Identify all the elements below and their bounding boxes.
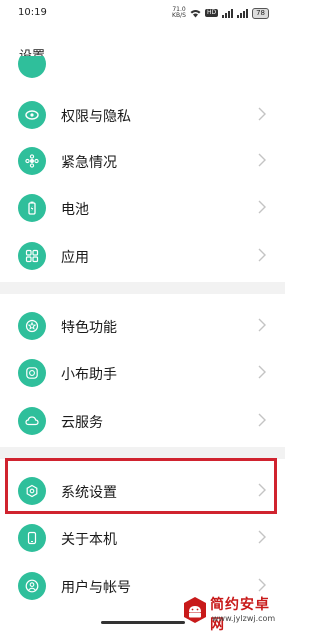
chevron-right-icon xyxy=(258,107,266,121)
phone-icon xyxy=(18,524,46,552)
menu-item-label: 权限与隐私 xyxy=(61,109,131,125)
signal-icon-1 xyxy=(222,8,234,18)
assistant-icon xyxy=(18,359,46,387)
menu-item-permissions-privacy[interactable]: 权限与隐私 xyxy=(0,92,285,138)
chevron-right-icon xyxy=(258,318,266,332)
apps-grid-icon xyxy=(18,242,46,270)
user-icon xyxy=(18,572,46,600)
network-speed: 71.0 KB/S xyxy=(172,6,186,19)
home-indicator[interactable] xyxy=(101,621,185,624)
chevron-right-icon xyxy=(258,413,266,427)
chevron-right-icon xyxy=(258,153,266,167)
menu-item-cloud-service[interactable]: 云服务 xyxy=(0,398,285,444)
watermark: 简约安卓网 www.jylzwj.com xyxy=(182,592,282,633)
watermark-url: www.jylzwj.com xyxy=(212,614,276,623)
battery-indicator: 78 xyxy=(252,7,269,19)
menu-item-about-phone[interactable]: 关于本机 xyxy=(0,515,285,561)
signal-icon-2 xyxy=(237,8,249,18)
menu-item-label: 应用 xyxy=(61,250,89,266)
wifi-icon xyxy=(190,9,201,17)
menu-item-label: 小布助手 xyxy=(61,367,117,383)
chevron-right-icon xyxy=(258,530,266,544)
menu-item-special-features[interactable]: 特色功能 xyxy=(0,303,285,349)
highlight-box xyxy=(5,458,277,514)
menu-item-label: 用户与帐号 xyxy=(61,580,131,596)
shield-eye-icon xyxy=(18,101,46,129)
chevron-right-icon xyxy=(258,248,266,262)
star-icon xyxy=(18,312,46,340)
menu-item-breeno-assistant[interactable]: 小布助手 xyxy=(0,350,285,396)
chevron-right-icon xyxy=(258,365,266,379)
chevron-right-icon xyxy=(258,578,266,592)
status-icons: 71.0 KB/S HD 78 xyxy=(172,6,269,20)
partial-item-icon xyxy=(18,56,46,80)
menu-item-label: 特色功能 xyxy=(61,320,117,336)
menu-item-label: 关于本机 xyxy=(61,532,117,548)
cloud-icon xyxy=(18,407,46,435)
android-logo-icon xyxy=(184,597,206,623)
chevron-right-icon xyxy=(258,200,266,214)
menu-item-apps[interactable]: 应用 xyxy=(0,233,285,279)
menu-item-battery[interactable]: 电池 xyxy=(0,185,285,231)
hd-badge: HD xyxy=(204,9,219,17)
menu-item-emergency[interactable]: 紧急情况 xyxy=(0,138,285,184)
emergency-icon xyxy=(18,147,46,175)
menu-item-label: 云服务 xyxy=(61,415,103,431)
menu-item-label: 紧急情况 xyxy=(61,155,117,171)
battery-icon xyxy=(18,194,46,222)
status-bar: 10:19 71.0 KB/S HD 78 xyxy=(0,0,285,28)
status-time: 10:19 xyxy=(18,7,47,18)
section-divider xyxy=(0,282,285,294)
menu-item-label: 电池 xyxy=(61,202,89,218)
